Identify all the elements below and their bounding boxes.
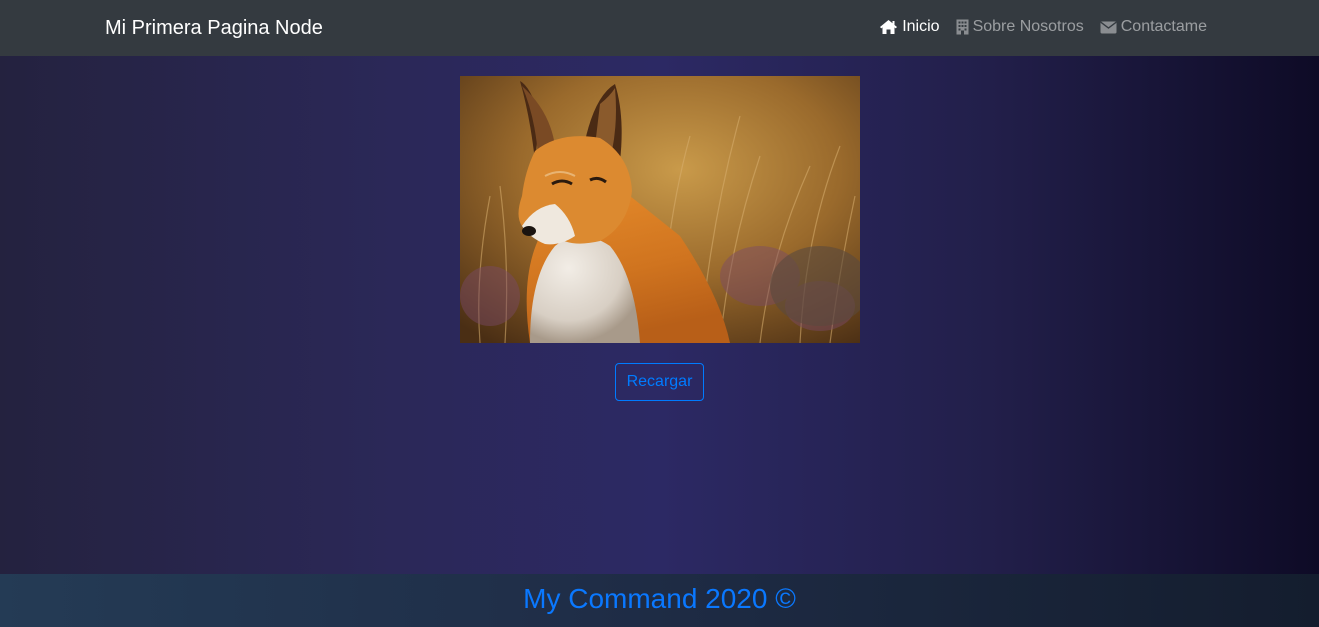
building-icon (956, 19, 969, 35)
nav-item-label: Contactame (1120, 18, 1207, 35)
nav-links: Inicio Sobre Nosotros Contactame (879, 17, 1207, 37)
footer: My Command 2020 © (0, 574, 1319, 627)
envelope-icon (1100, 21, 1117, 34)
navbar: Mi Primera Pagina Node Inicio Sobre Noso… (0, 0, 1319, 56)
nav-item-sobre-nosotros[interactable]: Sobre Nosotros (956, 17, 1084, 37)
reload-button[interactable]: Recargar (615, 363, 704, 401)
home-icon (879, 19, 898, 35)
nav-item-label: Inicio (902, 18, 940, 35)
navbar-brand[interactable]: Mi Primera Pagina Node (105, 15, 323, 41)
fox-photo (460, 76, 860, 343)
nav-item-contactame[interactable]: Contactame (1100, 17, 1207, 37)
footer-text: My Command 2020 © (523, 583, 796, 614)
nav-item-inicio[interactable]: Inicio (879, 17, 940, 37)
nav-item-label: Sobre Nosotros (972, 18, 1084, 35)
